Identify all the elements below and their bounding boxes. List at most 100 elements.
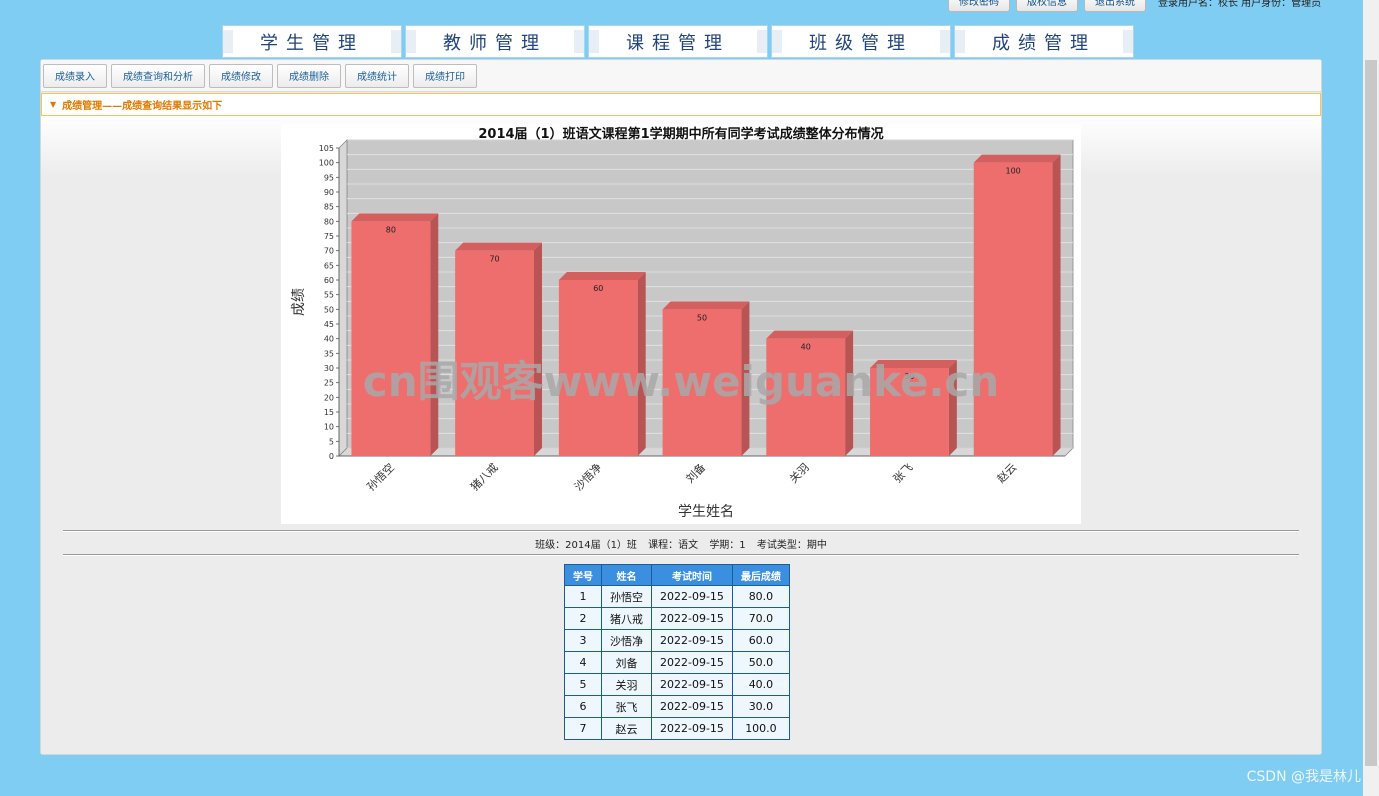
main-nav: 学生管理 教师管理 课程管理 班级管理 成绩管理 [222,25,1134,58]
plot-left-wall [338,139,348,457]
divider [63,530,1299,532]
table-cell: 1 [564,585,602,608]
y-tick-label: 75 [324,232,334,241]
grade-delete-button[interactable]: 成绩删除 [277,63,341,88]
table-cell: 孙悟空 [601,585,652,608]
x-category-label: 孙悟空 [364,460,397,493]
table-row: 4 刘备 2022-09-15 50.0 [564,651,790,674]
y-tick-label: 55 [324,291,334,300]
y-tick-label: 0 [329,452,334,461]
table-cell: 2022-09-15 [651,629,733,652]
grade-chart: 2014届（1）班语文课程第1学期期中所有同学考试成绩整体分布情况 0 5 10 15 2… [281,124,1081,524]
change-password-button[interactable]: 修改密码 [948,0,1010,12]
main-panel: 成绩录入 成绩查询和分析 成绩修改 成绩删除 成绩统计 成绩打印 ▼ 成绩管理—… [40,59,1322,755]
x-axis-label: 学生姓名 [678,504,734,520]
y-tick-label: 5 [329,437,334,446]
table-row: 1 孙悟空 2022-09-15 80.0 [564,585,790,608]
y-tick-label: 25 [324,379,334,388]
y-tick-label: 10 [324,423,334,432]
breadcrumb-text: 成绩管理——成绩查询结果显示如下 [62,101,223,112]
y-tick-label: 15 [324,408,334,417]
x-category-label: 张飞 [891,461,916,486]
table-cell: 猪八戒 [601,607,652,630]
table-header-row: 学号 姓名 考试时间 最后成绩 [564,564,790,586]
table-cell: 50.0 [731,651,790,674]
bar [973,162,1053,456]
table-cell: 2022-09-15 [651,695,733,718]
grade-edit-button[interactable]: 成绩修改 [209,63,273,88]
table-cell: 2022-09-15 [651,585,733,608]
bar-data-label: 70 [489,255,499,264]
bar-top [351,213,439,222]
y-tick-label: 70 [324,247,334,256]
x-category-label: 关羽 [786,460,811,485]
grade-stats-button[interactable]: 成绩统计 [345,63,409,88]
grade-toolbar: 成绩录入 成绩查询和分析 成绩修改 成绩删除 成绩统计 成绩打印 [41,60,1321,92]
top-bar: 修改密码 版权信息 退出系统 登录用户名：校长 用户身份：管理员 [948,0,1321,12]
table-cell: 5 [564,673,602,696]
grade-print-button[interactable]: 成绩打印 [413,63,477,88]
col-header-name: 姓名 [601,564,652,586]
logout-button[interactable]: 退出系统 [1084,0,1146,12]
col-header-id: 学号 [564,564,602,586]
bar-side [533,242,542,456]
table-cell: 80.0 [731,585,790,608]
table-cell: 100.0 [731,717,790,740]
tab-grade-management[interactable]: 成绩管理 [954,25,1134,58]
watermark: cn围观客www.weiguanke.cn [363,357,999,406]
y-tick-label: 45 [324,320,334,329]
col-header-score: 最后成绩 [731,564,790,586]
bar-top [662,301,750,310]
page-scrollbar[interactable] [1363,0,1379,796]
table-cell: 30.0 [731,695,790,718]
table-row: 5 关羽 2022-09-15 40.0 [564,673,790,696]
table-cell: 6 [564,695,602,718]
bar-top [558,272,646,280]
bar-side [1052,154,1061,456]
y-tick-label: 60 [324,276,334,285]
csdn-credit: CSDN @我是林儿 [1246,769,1361,785]
y-tick-label: 35 [324,349,334,358]
user-info: 登录用户名：校长 用户身份：管理员 [1158,0,1322,9]
table-cell: 刘备 [601,651,652,674]
bar-top [766,330,854,339]
y-tick-label: 65 [324,261,334,270]
table-cell: 2022-09-15 [651,651,733,674]
copyright-button[interactable]: 版权信息 [1016,0,1078,12]
y-tick-label: 95 [324,173,334,182]
bar-top [455,242,542,251]
tab-student-management[interactable]: 学生管理 [222,25,402,58]
table-cell: 7 [564,717,602,740]
y-tick-label: 85 [324,203,334,212]
tab-class-management[interactable]: 班级管理 [771,25,951,58]
y-tick-label: 40 [324,335,334,344]
breadcrumb: ▼ 成绩管理——成绩查询结果显示如下 [41,93,1321,116]
table-cell: 2022-09-15 [651,607,733,630]
table-row: 6 张飞 2022-09-15 30.0 [564,695,790,718]
tab-teacher-management[interactable]: 教师管理 [405,25,585,58]
bar-data-label: 60 [593,284,603,293]
bar-top [973,154,1061,163]
scrollbar-thumb[interactable] [1365,60,1377,766]
bar-side [430,213,439,456]
y-tick-label: 50 [324,305,334,314]
bar-data-label: 100 [1006,167,1021,176]
table-cell: 沙悟净 [601,629,652,652]
bar-data-label: 80 [386,225,396,234]
table-cell: 40.0 [731,673,790,696]
table-cell: 70.0 [731,607,790,630]
query-info: 班级：2014届（1）班 课程：语文 学期：1 考试类型：期中 [41,536,1321,551]
info-term: 学期：1 [709,540,746,551]
y-tick-label: 80 [324,217,334,226]
info-class: 班级：2014届（1）班 [535,540,637,551]
table-cell: 2022-09-15 [651,673,733,696]
grade-query-button[interactable]: 成绩查询和分析 [111,63,205,88]
y-axis-label: 成绩 [291,288,307,316]
tab-course-management[interactable]: 课程管理 [588,25,768,58]
table-cell: 2022-09-15 [651,717,733,740]
grade-entry-button[interactable]: 成绩录入 [43,63,107,88]
content-area: 2014届（1）班语文课程第1学期期中所有同学考试成绩整体分布情况 0 5 10 15 2… [41,116,1321,754]
y-tick-label: 100 [319,159,334,168]
table-cell: 2 [564,607,602,630]
bar [455,250,534,456]
